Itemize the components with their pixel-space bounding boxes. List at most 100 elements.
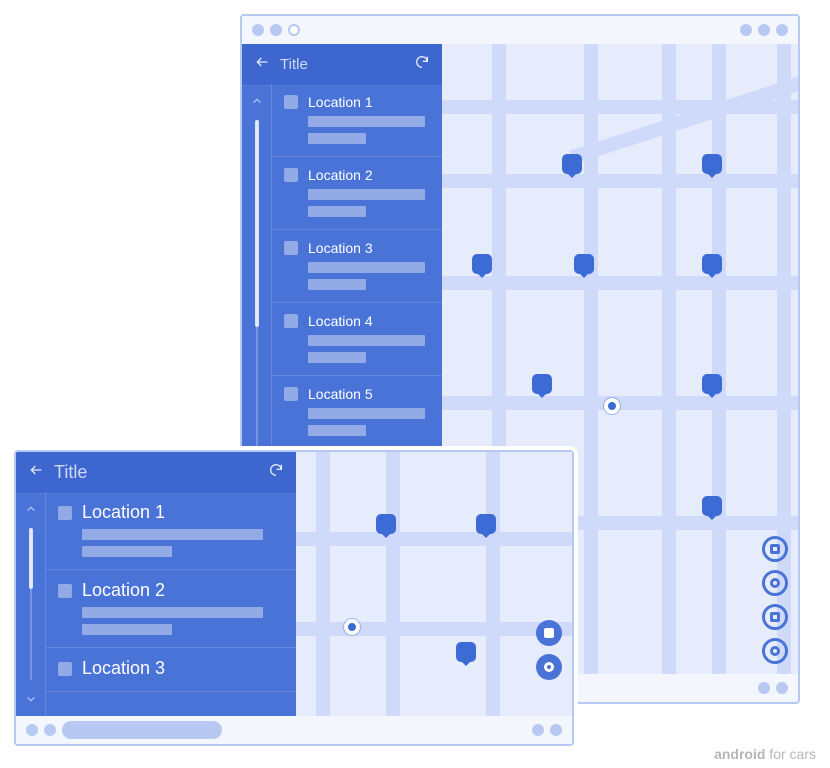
nav-pill[interactable] bbox=[62, 721, 222, 739]
nav-dot[interactable] bbox=[550, 724, 562, 736]
road-v bbox=[584, 44, 598, 674]
panel-header: Title bbox=[16, 452, 296, 494]
text-placeholder bbox=[82, 546, 172, 557]
list-item-label: Location 2 bbox=[82, 580, 165, 601]
status-dot bbox=[740, 24, 752, 36]
device-landscape: Title Location 1 Location 2 bbox=[14, 450, 574, 746]
map-control-button[interactable] bbox=[762, 638, 788, 664]
nav-dot[interactable] bbox=[532, 724, 544, 736]
list-item[interactable]: Location 4 bbox=[272, 303, 442, 376]
road-v bbox=[316, 452, 330, 716]
map-control-button[interactable] bbox=[762, 536, 788, 562]
place-icon bbox=[284, 168, 298, 182]
nav-bar bbox=[16, 716, 572, 744]
scrollbar-track[interactable] bbox=[30, 528, 32, 680]
places-panel: Title Location 1 Location 2 bbox=[16, 452, 296, 716]
current-location-dot bbox=[344, 619, 360, 635]
list-item-label: Location 2 bbox=[308, 167, 373, 183]
place-icon bbox=[284, 95, 298, 109]
chevron-up-icon[interactable] bbox=[24, 502, 38, 516]
place-icon bbox=[58, 506, 72, 520]
current-location-dot bbox=[604, 398, 620, 414]
map-pin[interactable] bbox=[702, 254, 722, 274]
map-control-button[interactable] bbox=[536, 620, 562, 646]
text-placeholder bbox=[82, 529, 263, 540]
status-dot bbox=[252, 24, 264, 36]
text-placeholder bbox=[308, 425, 366, 436]
map-controls bbox=[762, 536, 788, 664]
branding-caption: android for cars bbox=[714, 746, 816, 762]
list-item-label: Location 1 bbox=[82, 502, 165, 523]
map-pin[interactable] bbox=[702, 496, 722, 516]
list-item[interactable]: Location 3 bbox=[272, 230, 442, 303]
list-item[interactable]: Location 1 bbox=[272, 84, 442, 157]
chevron-down-icon[interactable] bbox=[24, 692, 38, 706]
chevron-up-icon[interactable] bbox=[250, 94, 264, 108]
status-dot bbox=[270, 24, 282, 36]
text-placeholder bbox=[308, 189, 425, 200]
text-placeholder bbox=[308, 206, 366, 217]
list-item[interactable]: Location 2 bbox=[46, 570, 296, 648]
text-placeholder bbox=[308, 335, 425, 346]
map-pin[interactable] bbox=[562, 154, 582, 174]
text-placeholder bbox=[308, 279, 366, 290]
road-v bbox=[712, 44, 726, 674]
road-v bbox=[386, 452, 400, 716]
list-item-label: Location 1 bbox=[308, 94, 373, 110]
map-pin[interactable] bbox=[472, 254, 492, 274]
map-pin[interactable] bbox=[702, 374, 722, 394]
map-control-button[interactable] bbox=[762, 570, 788, 596]
list-item[interactable]: Location 2 bbox=[272, 157, 442, 230]
text-placeholder bbox=[308, 262, 425, 273]
back-icon[interactable] bbox=[28, 462, 44, 483]
road-v bbox=[486, 452, 500, 716]
map-pin[interactable] bbox=[702, 154, 722, 174]
list-item[interactable]: Location 1 bbox=[46, 492, 296, 570]
nav-dot[interactable] bbox=[776, 682, 788, 694]
list-item-label: Location 3 bbox=[308, 240, 373, 256]
panel-header: Title bbox=[242, 44, 442, 86]
road-v bbox=[662, 44, 676, 674]
list-item-label: Location 3 bbox=[82, 658, 165, 679]
list-item[interactable]: Location 5 bbox=[272, 376, 442, 449]
status-dot bbox=[776, 24, 788, 36]
scrollbar-thumb[interactable] bbox=[29, 528, 33, 589]
list-item-label: Location 4 bbox=[308, 313, 373, 329]
list-item[interactable]: Location 3 bbox=[46, 648, 296, 692]
nav-dot[interactable] bbox=[44, 724, 56, 736]
list-item-label: Location 5 bbox=[308, 386, 373, 402]
map-control-button[interactable] bbox=[536, 654, 562, 680]
place-icon bbox=[284, 314, 298, 328]
panel-title: Title bbox=[54, 462, 258, 483]
refresh-icon[interactable] bbox=[414, 54, 430, 75]
places-list: Location 1 Location 2 Location 3 bbox=[46, 492, 296, 716]
text-placeholder bbox=[308, 352, 366, 363]
scrollbar-thumb[interactable] bbox=[255, 120, 259, 327]
place-icon bbox=[284, 387, 298, 401]
scroll-gutter[interactable] bbox=[16, 492, 46, 716]
panel-title: Title bbox=[280, 56, 404, 73]
road-diagonal bbox=[570, 64, 800, 164]
text-placeholder bbox=[308, 133, 366, 144]
nav-dot[interactable] bbox=[26, 724, 38, 736]
text-placeholder bbox=[82, 624, 172, 635]
text-placeholder bbox=[308, 116, 425, 127]
map-control-button[interactable] bbox=[762, 604, 788, 630]
refresh-icon[interactable] bbox=[268, 462, 284, 483]
text-placeholder bbox=[308, 408, 425, 419]
status-bar bbox=[242, 16, 798, 44]
map-pin[interactable] bbox=[476, 514, 496, 534]
map-pin[interactable] bbox=[456, 642, 476, 662]
place-icon bbox=[58, 662, 72, 676]
status-dot bbox=[758, 24, 770, 36]
map-pin[interactable] bbox=[376, 514, 396, 534]
map-canvas[interactable]: Title Location 1 Location 2 bbox=[16, 452, 572, 716]
map-pin[interactable] bbox=[532, 374, 552, 394]
place-icon bbox=[58, 584, 72, 598]
back-icon[interactable] bbox=[254, 54, 270, 75]
status-dot-open bbox=[288, 24, 300, 36]
nav-dot[interactable] bbox=[758, 682, 770, 694]
text-placeholder bbox=[82, 607, 263, 618]
map-controls bbox=[536, 620, 562, 680]
map-pin[interactable] bbox=[574, 254, 594, 274]
